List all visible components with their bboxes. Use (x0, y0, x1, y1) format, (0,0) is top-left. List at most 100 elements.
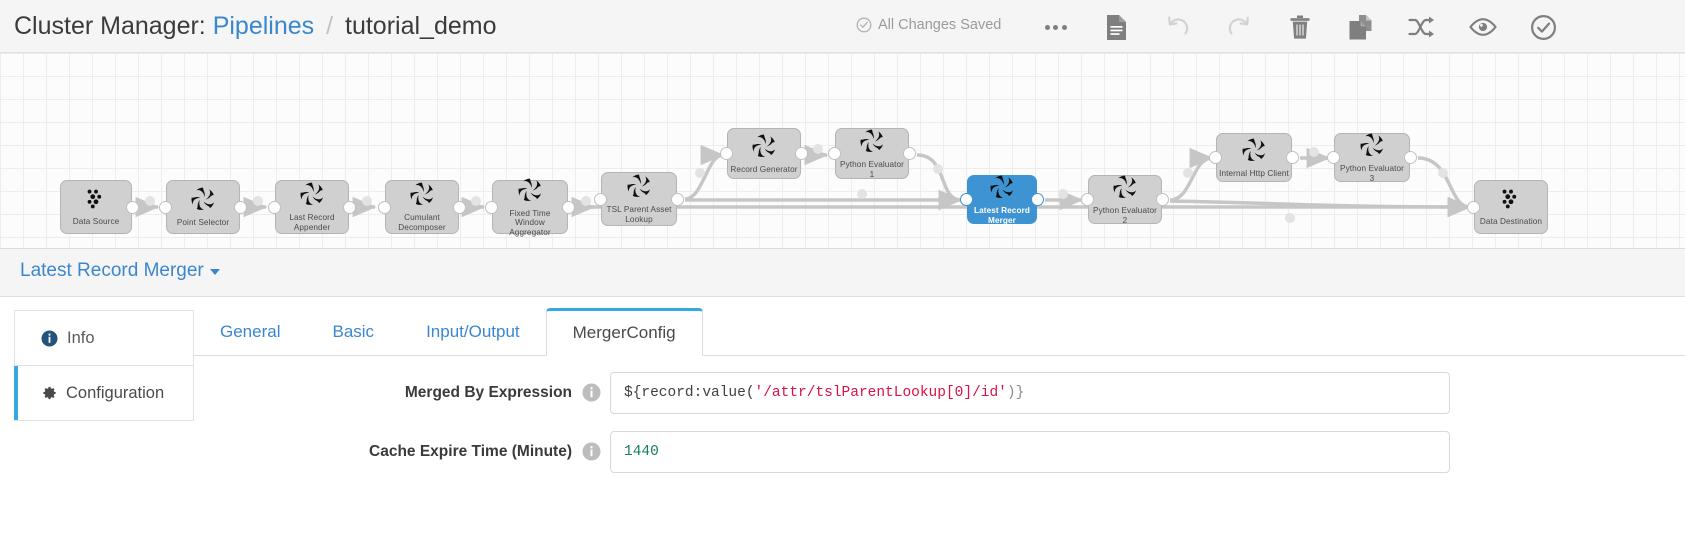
node-input-port-fixed-time-window-aggregator[interactable] (485, 201, 498, 214)
node-input-port-python-evaluator-1[interactable] (828, 147, 841, 160)
processor-icon (1359, 132, 1385, 163)
pipeline-node-label: Fixed Time WindowAggregator (493, 209, 567, 238)
node-input-port-internal-http-client[interactable] (1209, 151, 1222, 164)
pipeline-node-label: Data Source (61, 217, 131, 227)
tab-input-output-label: Input/Output (426, 322, 520, 342)
merger-config-form: Merged By Expression ${record:value('/at… (194, 372, 1685, 490)
pipeline-node-python-evaluator-3[interactable]: Python Evaluator 3 (1334, 133, 1410, 182)
pipeline-node-data-source[interactable]: Data Source (60, 180, 132, 234)
node-input-port-tsl-parent-asset-lookup[interactable] (594, 193, 607, 206)
processor-icon (190, 186, 216, 217)
node-output-port-data-source[interactable] (126, 201, 139, 214)
node-output-port-point-selector[interactable] (234, 201, 247, 214)
stage-selector-bar: Latest Record Merger (0, 249, 1685, 297)
config-tab-bar: General Basic Input/Output MergerConfig (194, 310, 1685, 356)
pipeline-node-label: Python Evaluator 1 (836, 160, 908, 179)
redo-icon[interactable] (1208, 6, 1269, 48)
form-row-cache-expire-time: Cache Expire Time (Minute) 1440 (194, 431, 1685, 473)
validate-icon[interactable] (1513, 6, 1574, 48)
node-input-port-point-selector[interactable] (159, 201, 172, 214)
breadcrumb-pipelines-link[interactable]: Pipelines (213, 12, 314, 40)
preview-icon[interactable] (1452, 6, 1513, 48)
processor-icon (517, 177, 543, 208)
pipeline-node-tsl-parent-asset-lookup[interactable]: TSL Parent AssetLookup (601, 172, 677, 226)
node-output-port-internal-http-client[interactable] (1286, 151, 1299, 164)
page-title: Cluster Manager: Pipelines / tutorial_de… (14, 8, 497, 44)
node-input-port-cumulant-decomposer[interactable] (378, 201, 391, 214)
pipeline-node-data-destination[interactable]: Data Destination (1474, 180, 1548, 234)
sidebar-item-configuration[interactable]: Configuration (14, 365, 194, 421)
cache-expire-time-input[interactable]: 1440 (610, 431, 1450, 473)
node-input-port-python-evaluator-3[interactable] (1327, 151, 1340, 164)
form-row-merged-by-expression: Merged By Expression ${record:value('/at… (194, 372, 1685, 414)
stage-detail-panel: Info Configuration General Basic In (0, 297, 1685, 548)
processor-icon (859, 128, 885, 159)
pipeline-node-internal-http-client[interactable]: Internal Http Client (1216, 133, 1292, 182)
processor-icon (989, 174, 1015, 205)
gear-icon (40, 385, 57, 402)
tab-general-label: General (220, 322, 280, 342)
tab-general[interactable]: General (194, 309, 306, 355)
cache-expire-time-info-icon[interactable] (572, 431, 610, 461)
node-input-port-latest-record-merger[interactable] (960, 193, 973, 206)
pipeline-node-point-selector[interactable]: Point Selector (166, 180, 240, 234)
destination-icon (1499, 187, 1523, 216)
pipeline-node-latest-record-merger[interactable]: Latest RecordMerger (967, 175, 1037, 224)
check-circle-icon (856, 17, 872, 33)
pipeline-canvas[interactable]: Data Source Point Selector Last RecordAp… (0, 53, 1685, 249)
node-output-port-python-evaluator-3[interactable] (1404, 151, 1417, 164)
processor-icon (751, 133, 777, 164)
delete-icon[interactable] (1269, 6, 1330, 48)
node-output-port-cumulant-decomposer[interactable] (453, 201, 466, 214)
pipeline-node-label: Record Generator (728, 165, 800, 175)
node-input-port-last-record-appender[interactable] (268, 201, 281, 214)
duplicate-icon[interactable] (1330, 6, 1391, 48)
processor-icon (626, 173, 652, 204)
pipeline-node-last-record-appender[interactable]: Last RecordAppender (275, 180, 349, 234)
stage-selector-label: Latest Record Merger (20, 260, 204, 281)
auto-arrange-icon[interactable] (1391, 6, 1452, 48)
tab-basic-label: Basic (332, 322, 374, 342)
node-output-port-fixed-time-window-aggregator[interactable] (562, 201, 575, 214)
tab-basic[interactable]: Basic (306, 309, 400, 355)
status-badge-save-state: All Changes Saved (856, 17, 1001, 33)
pipeline-node-label: Internal Http Client (1217, 169, 1291, 179)
node-output-port-record-generator[interactable] (795, 147, 808, 160)
merged-by-expression-input[interactable]: ${record:value('/attr/tslParentLookup[0]… (610, 372, 1450, 414)
merged-by-expression-label: Merged By Expression (194, 372, 572, 402)
node-output-port-python-evaluator-2[interactable] (1156, 193, 1169, 206)
pipeline-node-python-evaluator-2[interactable]: Python Evaluator 2 (1088, 175, 1162, 224)
pipeline-node-label: Python Evaluator 3 (1335, 164, 1409, 183)
tab-merger-config-label: MergerConfig (573, 323, 676, 343)
merged-by-expression-info-icon[interactable] (572, 372, 610, 402)
node-input-port-record-generator[interactable] (720, 147, 733, 160)
tab-merger-config[interactable]: MergerConfig (546, 308, 703, 356)
app-header: Cluster Manager: Pipelines / tutorial_de… (0, 0, 1685, 53)
more-options-icon[interactable] (1025, 6, 1086, 48)
node-input-port-data-destination[interactable] (1467, 201, 1480, 214)
notes-icon[interactable] (1086, 6, 1147, 48)
pipeline-node-record-generator[interactable]: Record Generator (727, 128, 801, 179)
undo-icon[interactable] (1147, 6, 1208, 48)
processor-icon (409, 181, 435, 212)
node-output-port-latest-record-merger[interactable] (1031, 193, 1044, 206)
processor-icon (1112, 174, 1138, 205)
node-output-port-tsl-parent-asset-lookup[interactable] (671, 193, 684, 206)
tab-input-output[interactable]: Input/Output (400, 309, 546, 355)
info-icon (41, 330, 58, 347)
expression-suffix: )} (1007, 385, 1024, 401)
processor-icon (299, 181, 325, 212)
processor-icon (1241, 137, 1267, 168)
expression-string-literal: '/attr/tslParentLookup[0]/id' (755, 385, 1007, 401)
pipeline-node-fixed-time-window-aggregator[interactable]: Fixed Time WindowAggregator (492, 180, 568, 234)
pipeline-node-python-evaluator-1[interactable]: Python Evaluator 1 (835, 128, 909, 179)
pipeline-node-label: Latest RecordMerger (968, 206, 1036, 225)
sidebar-item-info[interactable]: Info (14, 310, 194, 366)
node-output-port-python-evaluator-1[interactable] (903, 147, 916, 160)
node-input-port-python-evaluator-2[interactable] (1081, 193, 1094, 206)
pipeline-node-cumulant-decomposer[interactable]: CumulantDecomposer (385, 180, 459, 234)
node-output-port-last-record-appender[interactable] (343, 201, 356, 214)
expression-prefix: ${record:value( (624, 385, 755, 401)
sidebar-item-configuration-label: Configuration (66, 384, 164, 403)
stage-selector-dropdown[interactable]: Latest Record Merger (20, 260, 220, 282)
